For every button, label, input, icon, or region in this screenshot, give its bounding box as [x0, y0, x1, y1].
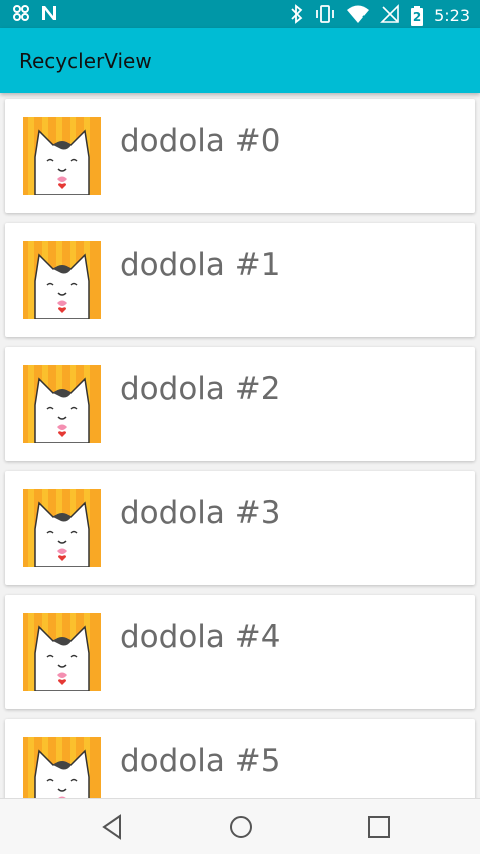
list-item-label: dodola #4 — [120, 619, 281, 655]
list-item[interactable]: dodola #5 — [5, 719, 475, 798]
wifi-icon — [346, 4, 370, 28]
recycler-list[interactable]: dodola #0 dodola #1 dodola #2 dodola #3 … — [0, 93, 480, 798]
voicemail-icon — [12, 4, 30, 26]
list-item-label: dodola #0 — [120, 123, 281, 159]
status-right: 2 5:23 — [290, 4, 470, 28]
back-icon[interactable] — [98, 812, 128, 842]
list-item-label: dodola #5 — [120, 743, 281, 779]
list-item[interactable]: dodola #2 — [5, 347, 475, 461]
status-left — [12, 4, 58, 26]
battery-level: 2 — [412, 10, 422, 24]
n-notification-icon — [40, 4, 58, 26]
list-item-label: dodola #3 — [120, 495, 281, 531]
cat-avatar-icon — [23, 489, 101, 568]
battery-icon: 2 — [410, 6, 424, 26]
vibrate-icon — [314, 4, 336, 28]
cat-avatar-icon — [23, 737, 101, 798]
list-item[interactable]: dodola #4 — [5, 595, 475, 709]
navigation-bar — [0, 798, 480, 854]
home-icon[interactable] — [226, 812, 256, 842]
status-bar: 2 5:23 — [0, 0, 480, 28]
list-item[interactable]: dodola #0 — [5, 99, 475, 213]
recents-icon[interactable] — [364, 812, 394, 842]
cat-avatar-icon — [23, 241, 101, 320]
bluetooth-icon — [290, 4, 304, 28]
cat-avatar-icon — [23, 365, 101, 444]
status-time: 5:23 — [434, 6, 470, 25]
list-item-label: dodola #1 — [120, 247, 281, 283]
list-item[interactable]: dodola #3 — [5, 471, 475, 585]
list-item-label: dodola #2 — [120, 371, 281, 407]
cat-avatar-icon — [23, 613, 101, 692]
no-signal-icon — [380, 4, 400, 28]
app-bar: RecyclerView — [0, 28, 480, 93]
cat-avatar-icon — [23, 117, 101, 196]
list-item[interactable]: dodola #1 — [5, 223, 475, 337]
page-title: RecyclerView — [19, 49, 152, 73]
